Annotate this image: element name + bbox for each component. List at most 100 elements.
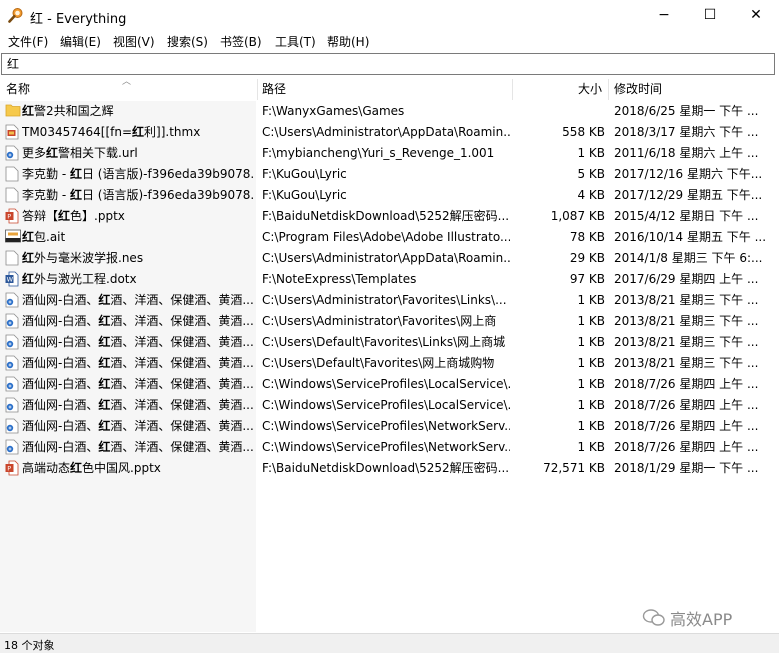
result-name-text: 酒、洋酒、保健酒、黄酒... (110, 377, 254, 391)
result-path: C:\Users\Administrator\AppData\Roamin... (262, 251, 510, 265)
column-header-path[interactable]: 路径 (258, 79, 513, 100)
result-size: 1 KB (577, 377, 605, 391)
result-size: 1 KB (577, 146, 605, 160)
result-name-text: 酒仙网-白酒、 (22, 293, 99, 307)
result-size: 1 KB (577, 314, 605, 328)
result-size: 72,571 KB (543, 461, 605, 475)
result-name-match: 红 (58, 209, 71, 223)
result-name-text: 李克勤 - (22, 188, 70, 202)
menu-view[interactable]: 视图(V) (113, 33, 155, 50)
result-row[interactable]: 李克勤 - 红日 (语言版)-f396eda39b9078... F:\KuGou… (0, 185, 779, 206)
url-file-icon (5, 397, 19, 413)
column-header-modified[interactable]: 修改时间 (609, 79, 779, 100)
result-size: 29 KB (569, 251, 605, 265)
result-size: 1 KB (577, 356, 605, 370)
illustrator-file-icon (5, 229, 21, 245)
result-row[interactable]: 酒仙网-白酒、红酒、洋酒、保健酒、黄酒... C:\Users\Default\F… (0, 353, 779, 374)
result-row[interactable]: 红外与毫米波学报.nes C:\Users\Administrator\AppDa… (0, 248, 779, 269)
result-name: 更多红警相关下载.url (22, 146, 255, 161)
menu-file[interactable]: 文件(F) (8, 33, 48, 50)
result-row[interactable]: 李克勤 - 红日 (语言版)-f396eda39b9078... F:\KuGou… (0, 164, 779, 185)
window-title: 红 - Everything (30, 12, 127, 27)
result-modified: 2018/1/29 星期一 下午 ... (614, 461, 759, 475)
result-row[interactable]: 酒仙网-白酒、红酒、洋酒、保健酒、黄酒... C:\Users\Default\F… (0, 332, 779, 353)
theme-file-icon (5, 124, 19, 140)
result-name-match: 红 (22, 251, 35, 265)
result-row[interactable]: 酒仙网-白酒、红酒、洋酒、保健酒、黄酒... C:\Windows\Service… (0, 395, 779, 416)
result-name-text: 色】.pptx (70, 209, 125, 223)
result-row[interactable]: TM03457464[[fn=红利]].thmx C:\Users\Adminis… (0, 122, 779, 143)
result-row[interactable]: 酒仙网-白酒、红酒、洋酒、保健酒、黄酒... C:\Windows\Service… (0, 374, 779, 395)
result-modified: 2014/1/8 星期三 下午 6:... (614, 251, 763, 265)
result-row[interactable]: 红包.ait C:\Program Files\Adobe\Adobe Illus… (0, 227, 779, 248)
result-row[interactable]: 酒仙网-白酒、红酒、洋酒、保健酒、黄酒... C:\Users\Administr… (0, 311, 779, 332)
result-path: F:\BaiduNetdiskDownload\5252解压密码... (262, 209, 510, 223)
result-name-match: 红 (22, 104, 35, 118)
result-path: F:\KuGou\Lyric (262, 167, 347, 181)
result-path: C:\Users\Administrator\AppData\Roamin... (262, 125, 510, 139)
result-name-match: 红 (69, 167, 82, 181)
url-file-icon (5, 418, 19, 434)
result-row[interactable]: P 答辩【红色】.pptx F:\BaiduNetdiskDownload\5252… (0, 206, 779, 227)
result-name-text: 日 (语言版)-f396eda39b9078... (81, 188, 255, 202)
result-name-text: 酒仙网-白酒、 (22, 335, 99, 349)
result-path: C:\Windows\ServiceProfiles\LocalService\… (262, 398, 510, 412)
result-row[interactable]: 酒仙网-白酒、红酒、洋酒、保健酒、黄酒... C:\Windows\Service… (0, 416, 779, 437)
url-file-icon (5, 439, 19, 455)
text-file-icon (5, 166, 19, 182)
result-name: TM03457464[[fn=红利]].thmx (22, 125, 255, 140)
column-header-size[interactable]: 大小 (513, 79, 609, 100)
result-row[interactable]: 酒仙网-白酒、红酒、洋酒、保健酒、黄酒... C:\Windows\Service… (0, 437, 779, 458)
column-header-modified-label: 修改时间 (614, 82, 663, 96)
menu-tools[interactable]: 工具(T) (275, 33, 316, 50)
menu-help[interactable]: 帮助(H) (327, 33, 369, 50)
result-name-text: 高端动态 (22, 461, 71, 475)
result-name: 酒仙网-白酒、红酒、洋酒、保健酒、黄酒... (22, 293, 255, 308)
result-name: 酒仙网-白酒、红酒、洋酒、保健酒、黄酒... (22, 440, 255, 455)
search-input[interactable] (2, 54, 767, 72)
result-modified: 2018/3/17 星期六 下午 ... (614, 125, 759, 139)
result-name-text: 酒、洋酒、保健酒、黄酒... (110, 314, 254, 328)
close-button[interactable]: ✕ (733, 0, 779, 30)
result-name-text: 更多 (22, 146, 47, 160)
result-name-text: 酒、洋酒、保健酒、黄酒... (110, 419, 254, 433)
result-name-text: 警相关下载.url (58, 146, 138, 160)
result-modified: 2017/6/29 星期四 上午 ... (614, 272, 759, 286)
menu-edit[interactable]: 编辑(E) (60, 33, 101, 50)
column-header-name[interactable]: ︿ 名称 (0, 77, 258, 100)
result-row[interactable]: 更多红警相关下载.url F:\mybiancheng\Yuri_s_Reveng… (0, 143, 779, 164)
result-row[interactable]: 红警2共和国之辉 F:\WanyxGames\Games 2018/6/25 星期一… (0, 101, 779, 122)
result-path: C:\Program Files\Adobe\Adobe Illustrato.… (262, 230, 510, 244)
result-name: 红外与激光工程.dotx (22, 272, 255, 287)
menu-search[interactable]: 搜索(S) (167, 33, 208, 50)
pptx-file-icon: P (5, 208, 19, 224)
result-modified: 2018/7/26 星期四 上午 ... (614, 419, 759, 433)
result-path: C:\Users\Default\Favorites\Links\网上商城 (262, 335, 506, 349)
result-row[interactable]: W 红外与激光工程.dotx F:\NoteExpress\Templates 97 … (0, 269, 779, 290)
result-name-match: 红 (98, 293, 111, 307)
minimize-button[interactable]: − (641, 0, 687, 30)
result-name: 酒仙网-白酒、红酒、洋酒、保健酒、黄酒... (22, 377, 255, 392)
result-name-match: 红 (22, 272, 35, 286)
wechat-icon (642, 608, 666, 631)
result-name-text: 酒仙网-白酒、 (22, 377, 99, 391)
url-file-icon (5, 292, 19, 308)
result-size: 97 KB (569, 272, 605, 286)
svg-text:W: W (7, 276, 14, 284)
result-path: C:\Windows\ServiceProfiles\NetworkServ..… (262, 419, 510, 433)
result-row[interactable]: P 高端动态红色中国风.pptx F:\BaiduNetdiskDownload\5… (0, 458, 779, 479)
result-name-match: 红 (98, 398, 111, 412)
result-size: 1 KB (577, 293, 605, 307)
result-path: C:\Users\Administrator\Favorites\Links\.… (262, 293, 507, 307)
result-name-text: 酒仙网-白酒、 (22, 314, 99, 328)
menu-bookmarks[interactable]: 书签(B) (220, 33, 262, 50)
column-header-path-label: 路径 (262, 82, 287, 96)
result-name-text: 酒仙网-白酒、 (22, 419, 99, 433)
result-modified: 2017/12/29 星期五 下午... (614, 188, 763, 202)
result-name: 酒仙网-白酒、红酒、洋酒、保健酒、黄酒... (22, 335, 255, 350)
column-header-size-label: 大小 (577, 82, 602, 96)
result-modified: 2013/8/21 星期三 下午 ... (614, 314, 759, 328)
result-name-text: 包.ait (34, 230, 66, 244)
result-row[interactable]: 酒仙网-白酒、红酒、洋酒、保健酒、黄酒... C:\Users\Administr… (0, 290, 779, 311)
maximize-button[interactable]: ☐ (687, 0, 733, 30)
